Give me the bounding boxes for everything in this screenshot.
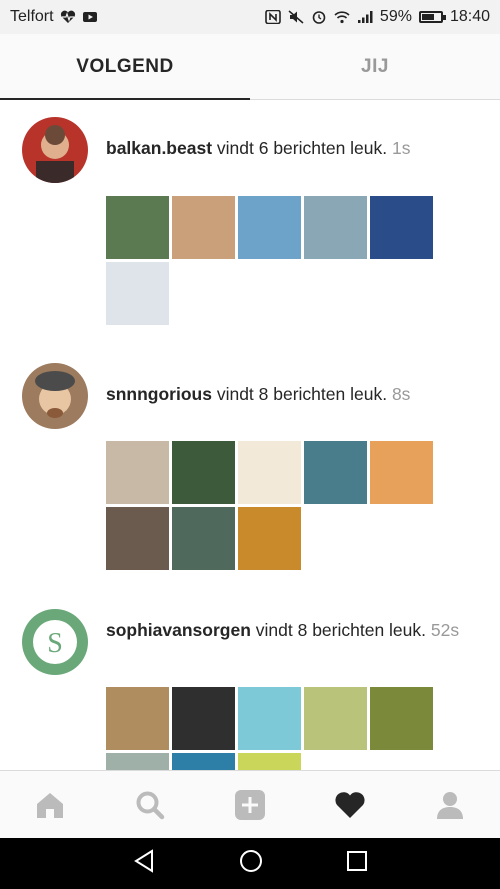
post-thumbnail[interactable]	[106, 441, 169, 504]
username-link[interactable]: sophiavansorgen	[106, 620, 251, 640]
thumbnail-grid	[106, 687, 436, 770]
svg-text:S: S	[47, 628, 63, 659]
post-thumbnail[interactable]	[238, 441, 301, 504]
post-thumbnail[interactable]	[172, 507, 235, 570]
profile-icon[interactable]	[420, 775, 480, 835]
activity-heart-icon[interactable]	[320, 775, 380, 835]
thumbnail-grid	[106, 196, 436, 325]
post-thumbnail[interactable]	[238, 687, 301, 750]
add-post-icon[interactable]	[220, 775, 280, 835]
post-thumbnail[interactable]	[304, 441, 367, 504]
post-thumbnail[interactable]	[370, 196, 433, 259]
activity-text: balkan.beast vindt 6 berichten leuk. 1s	[106, 137, 480, 159]
post-thumbnail[interactable]	[238, 753, 301, 770]
signal-icon	[357, 10, 373, 24]
mute-icon	[288, 10, 304, 24]
activity-action: vindt 6 berichten leuk.	[212, 138, 392, 158]
timestamp: 1s	[392, 138, 411, 158]
activity-action: vindt 8 berichten leuk.	[211, 384, 392, 404]
post-thumbnail[interactable]	[370, 441, 433, 504]
post-thumbnail[interactable]	[106, 507, 169, 570]
wifi-icon	[334, 10, 350, 24]
back-icon[interactable]	[132, 849, 156, 878]
activity-action: vindt 8 berichten leuk.	[250, 620, 431, 640]
username-link[interactable]: snnngorious	[106, 384, 212, 404]
activity-text: snnngorious vindt 8 berichten leuk. 8s	[106, 383, 480, 405]
nfc-icon	[265, 9, 281, 25]
status-bar: Telfort 59% 18:40	[0, 0, 500, 34]
post-thumbnail[interactable]	[172, 687, 235, 750]
post-thumbnail[interactable]	[304, 687, 367, 750]
tab-following[interactable]: VOLGEND	[0, 34, 250, 100]
activity-tabs: VOLGEND JIJ	[0, 34, 500, 100]
battery-percent: 59%	[379, 8, 412, 25]
alarm-icon	[311, 10, 327, 24]
battery-icon	[418, 11, 446, 23]
post-thumbnail[interactable]	[106, 753, 169, 770]
carrier-label: Telfort	[10, 8, 54, 25]
post-thumbnail[interactable]	[238, 507, 301, 570]
youtube-icon	[82, 10, 98, 24]
avatar[interactable]	[22, 117, 88, 183]
activity-feed: balkan.beast vindt 6 berichten leuk. 1s …	[0, 101, 500, 770]
post-thumbnail[interactable]	[238, 196, 301, 259]
activity-text: sophiavansorgen vindt 8 berichten leuk. …	[106, 619, 480, 641]
bottom-navigation	[0, 770, 500, 838]
timestamp: 8s	[391, 384, 411, 404]
timestamp: 52s	[430, 620, 460, 640]
tab-you[interactable]: JIJ	[250, 34, 500, 99]
heart-monitor-icon	[60, 10, 76, 24]
system-navigation-bar	[0, 838, 500, 889]
home-icon[interactable]	[20, 775, 80, 835]
post-thumbnail[interactable]	[172, 441, 235, 504]
post-thumbnail[interactable]	[172, 753, 235, 770]
home-circle-icon[interactable]	[239, 849, 263, 878]
avatar[interactable]: S	[22, 609, 88, 675]
post-thumbnail[interactable]	[304, 196, 367, 259]
post-thumbnail[interactable]	[106, 196, 169, 259]
username-link[interactable]: balkan.beast	[106, 138, 212, 158]
avatar[interactable]	[22, 363, 88, 429]
post-thumbnail[interactable]	[106, 262, 169, 325]
recents-icon[interactable]	[346, 850, 368, 877]
post-thumbnail[interactable]	[172, 196, 235, 259]
clock: 18:40	[449, 8, 490, 25]
thumbnail-grid	[106, 441, 436, 570]
post-thumbnail[interactable]	[106, 687, 169, 750]
search-icon[interactable]	[120, 775, 180, 835]
post-thumbnail[interactable]	[370, 687, 433, 750]
